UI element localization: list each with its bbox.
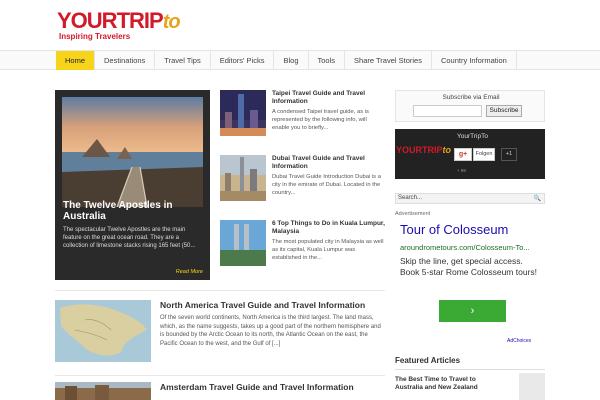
search-icon[interactable]: 🔍 xyxy=(534,195,541,202)
post-thumbnail[interactable] xyxy=(220,155,266,201)
nav-item-share-travel-stories[interactable]: Share Travel Stories xyxy=(345,51,432,70)
map-image xyxy=(55,300,151,362)
google-plus-widget: YOURTRIPto YourTripTo g+ Folgen +1 + 99 xyxy=(395,129,545,179)
ad-arrow-button[interactable]: › xyxy=(439,300,506,322)
logo-to: to xyxy=(162,11,181,33)
main-nav: Home Destinations Travel Tips Editors' P… xyxy=(0,50,600,70)
nav-item-home[interactable]: Home xyxy=(56,51,96,70)
nav-item-country-information[interactable]: Country Information xyxy=(432,51,517,70)
nav-item-travel-tips[interactable]: Travel Tips xyxy=(155,51,211,70)
featured-article-link[interactable]: The Best Time to Travel to Australia and… xyxy=(395,376,505,392)
subscribe-label: Subscribe via Email xyxy=(442,94,500,101)
subscribe-button[interactable]: Subscribe xyxy=(486,105,522,117)
nav-item-tools[interactable]: Tools xyxy=(309,51,346,70)
city-skyline-image xyxy=(220,220,266,266)
post-thumbnail[interactable] xyxy=(55,382,151,400)
featured-articles-heading: Featured Articles xyxy=(395,356,461,365)
post-thumbnail[interactable] xyxy=(55,300,151,362)
gplus-logo-your: YOUR xyxy=(396,145,423,155)
email-field[interactable] xyxy=(413,105,482,117)
coastal-boardwalk-image xyxy=(62,97,203,207)
logo-text: YOURTRIPto xyxy=(57,8,181,34)
post-taipei[interactable]: Taipei Travel Guide and Travel Informati… xyxy=(220,90,385,150)
post-excerpt: Dubai Travel Guide Introduction Dubai is… xyxy=(272,174,381,196)
follower-count: + 99 xyxy=(457,168,466,173)
ad-description: Skip the line, get special access. Book … xyxy=(400,256,537,277)
city-skyline-image xyxy=(220,90,266,136)
post-title[interactable]: Taipei Travel Guide and Travel Informati… xyxy=(272,90,385,106)
post-thumbnail[interactable] xyxy=(220,90,266,136)
city-skyline-image xyxy=(220,155,266,201)
post-dubai[interactable]: Dubai Travel Guide and Travel Informatio… xyxy=(220,155,385,215)
featured-post-image[interactable] xyxy=(62,97,203,207)
ad-label: Advertisement xyxy=(395,211,431,217)
read-more-link[interactable]: Read More xyxy=(176,269,203,275)
gplus-logo-to: to xyxy=(442,145,452,155)
post-amsterdam[interactable]: Amsterdam Travel Guide and Travel Inform… xyxy=(55,382,385,400)
divider xyxy=(395,369,545,370)
search-input[interactable]: Search... 🔍 xyxy=(395,193,545,204)
gplus-page-name[interactable]: YourTripTo xyxy=(457,133,488,140)
advertisement[interactable]: Tour of Colosseum aroundrometours.com/Co… xyxy=(395,218,545,338)
adchoices-link[interactable]: AdChoices xyxy=(507,338,531,344)
gplus-logo-trip: TRIP xyxy=(422,145,443,155)
post-thumbnail[interactable] xyxy=(220,220,266,266)
divider xyxy=(55,290,385,291)
post-title[interactable]: North America Travel Guide and Travel In… xyxy=(160,300,385,310)
featured-post-excerpt: The spectacular Twelve Apostles are the … xyxy=(63,227,196,249)
featured-post[interactable]: The Twelve Apostles in Australia The spe… xyxy=(55,90,210,280)
post-excerpt: A condensed Taipei travel guide, as is r… xyxy=(272,109,369,131)
gplus-icon[interactable]: g+ xyxy=(454,148,472,161)
city-image xyxy=(55,382,151,400)
ad-title[interactable]: Tour of Colosseum xyxy=(400,222,508,237)
logo-your: YOUR xyxy=(57,8,118,33)
follow-button[interactable]: Folgen xyxy=(473,148,495,161)
post-title[interactable]: 6 Top Things to Do in Kuala Lumpur, Mala… xyxy=(272,220,385,236)
featured-article-thumbnail[interactable] xyxy=(519,373,545,400)
logo-tagline: Inspiring Travelers xyxy=(59,32,131,41)
site-logo[interactable]: YOURTRIPto Inspiring Travelers xyxy=(57,8,181,42)
post-excerpt: The most populated city in Malaysia as w… xyxy=(272,239,384,261)
divider xyxy=(55,375,385,376)
post-north-america[interactable]: North America Travel Guide and Travel In… xyxy=(55,300,385,368)
post-excerpt: Of the seven world continents, North Ame… xyxy=(160,315,381,347)
post-title[interactable]: Dubai Travel Guide and Travel Informatio… xyxy=(272,155,385,171)
logo-trip: TRIP xyxy=(116,8,164,33)
gplus-logo[interactable]: YOURTRIPto xyxy=(396,145,451,155)
search-placeholder: Search... xyxy=(398,195,423,201)
featured-post-title[interactable]: The Twelve Apostles in Australia xyxy=(63,200,203,222)
post-kuala-lumpur[interactable]: 6 Top Things to Do in Kuala Lumpur, Mala… xyxy=(220,220,385,280)
ad-url[interactable]: aroundrometours.com/Colosseum-To... xyxy=(400,243,545,252)
subscribe-widget: Subscribe via Email Subscribe xyxy=(395,90,545,122)
nav-item-destinations[interactable]: Destinations xyxy=(95,51,156,70)
site-header: YOURTRIPto Inspiring Travelers xyxy=(0,0,600,48)
post-title[interactable]: Amsterdam Travel Guide and Travel Inform… xyxy=(160,382,385,392)
plus-one-button[interactable]: +1 xyxy=(501,148,517,161)
nav-item-blog[interactable]: Blog xyxy=(274,51,309,70)
nav-item-editors-picks[interactable]: Editors' Picks xyxy=(211,51,275,70)
